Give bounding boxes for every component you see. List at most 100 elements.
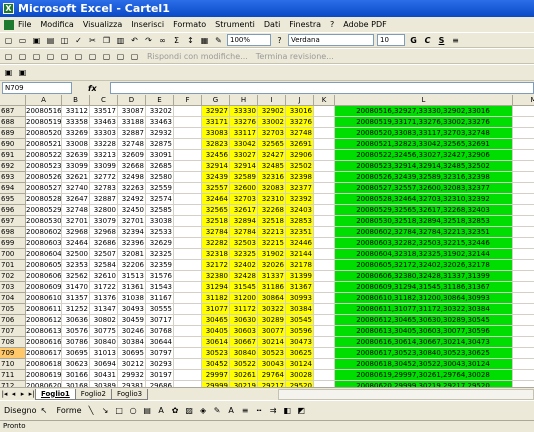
cell[interactable]: 30576 xyxy=(62,326,90,337)
cell[interactable]: 31399 xyxy=(286,271,314,282)
cell[interactable]: 32446 xyxy=(286,238,314,249)
cell[interactable]: 30043 xyxy=(258,359,286,370)
cell[interactable]: 20080523 xyxy=(26,161,62,172)
help-icon[interactable]: ? xyxy=(274,35,285,46)
cell[interactable]: 20080522 xyxy=(26,150,62,161)
cell[interactable]: 20080618 xyxy=(26,359,62,370)
cell[interactable]: 20080616 xyxy=(26,337,62,348)
cell[interactable]: 32701 xyxy=(118,216,146,227)
cell[interactable] xyxy=(314,216,335,227)
review-icon-1[interactable]: ▢ xyxy=(3,51,14,62)
cell[interactable]: 30384 xyxy=(286,304,314,315)
cell[interactable] xyxy=(513,293,534,304)
cell[interactable]: 30214 xyxy=(258,337,286,348)
row-header[interactable]: 707 xyxy=(0,326,26,337)
cell[interactable] xyxy=(314,359,335,370)
redo-icon[interactable]: ↷ xyxy=(143,35,154,46)
cell[interactable]: 30077 xyxy=(258,326,286,337)
menu-view[interactable]: Visualizza xyxy=(83,20,122,29)
rectangle-icon[interactable]: □ xyxy=(114,405,125,416)
cell[interactable]: 30523 xyxy=(202,348,230,359)
cell[interactable]: 32585 xyxy=(146,205,174,216)
row-header[interactable]: 706 xyxy=(0,315,26,326)
cell[interactable]: 33099 xyxy=(90,161,118,172)
column-header[interactable]: B xyxy=(62,95,90,106)
cell[interactable]: 33117 xyxy=(230,128,258,139)
cell[interactable]: 20080605,32172,32402,32026,32178 xyxy=(335,260,513,271)
cell[interactable]: 32402 xyxy=(230,260,258,271)
cell[interactable] xyxy=(314,238,335,249)
tab-foglio1[interactable]: Foglio1 xyxy=(35,388,76,400)
cell[interactable]: 32629 xyxy=(146,238,174,249)
autosum-icon[interactable]: Σ xyxy=(171,35,182,46)
cell[interactable] xyxy=(314,150,335,161)
row-header[interactable]: 709 xyxy=(0,348,26,359)
next-sheet-icon[interactable]: ▸ xyxy=(18,390,27,398)
cell[interactable]: 20080619 xyxy=(26,370,62,381)
cell[interactable]: 32621 xyxy=(62,172,90,183)
cell[interactable]: 30522 xyxy=(230,359,258,370)
cell[interactable] xyxy=(314,304,335,315)
cell[interactable] xyxy=(174,216,202,227)
spell-icon[interactable]: ✓ xyxy=(73,35,84,46)
row-header[interactable]: 711 xyxy=(0,370,26,381)
cell[interactable]: 32887 xyxy=(118,128,146,139)
cell[interactable]: 20080528,32464,32703,32310,32392 xyxy=(335,194,513,205)
cell[interactable] xyxy=(314,227,335,238)
new-icon[interactable]: ▢ xyxy=(3,35,14,46)
cell[interactable]: 32559 xyxy=(146,183,174,194)
cell[interactable] xyxy=(513,128,534,139)
column-header[interactable]: J xyxy=(286,95,314,106)
cell[interactable]: 30431 xyxy=(90,370,118,381)
cell[interactable]: 20080613 xyxy=(26,326,62,337)
cell[interactable]: 32083 xyxy=(258,183,286,194)
cell[interactable]: 31576 xyxy=(146,271,174,282)
cell[interactable]: 30465 xyxy=(202,315,230,326)
copy-icon[interactable]: ❐ xyxy=(101,35,112,46)
formula-input[interactable] xyxy=(110,82,534,94)
cell[interactable]: 30644 xyxy=(146,337,174,348)
cell[interactable]: 32784 xyxy=(202,227,230,238)
cell[interactable]: 32914 xyxy=(202,161,230,172)
cell[interactable]: 32427 xyxy=(258,150,286,161)
cell[interactable] xyxy=(174,293,202,304)
cell[interactable] xyxy=(513,282,534,293)
cell[interactable]: 33083 xyxy=(202,128,230,139)
oval-icon[interactable]: ○ xyxy=(128,405,139,416)
cell[interactable]: 32609 xyxy=(118,150,146,161)
cell[interactable] xyxy=(314,282,335,293)
cell[interactable]: 32562 xyxy=(62,271,90,282)
size-select[interactable]: 10 xyxy=(377,34,405,46)
cell[interactable]: 32439 xyxy=(202,172,230,183)
cell[interactable] xyxy=(513,161,534,172)
cell[interactable]: 32282 xyxy=(202,238,230,249)
cell[interactable]: 20080610 xyxy=(26,293,62,304)
cell[interactable]: 32325 xyxy=(146,249,174,260)
open-icon[interactable]: ▭ xyxy=(17,35,28,46)
cell[interactable]: 33517 xyxy=(90,106,118,117)
cell[interactable]: 20080612,30465,30630,30289,30545 xyxy=(335,315,513,326)
cell[interactable]: 32668 xyxy=(118,161,146,172)
cell[interactable]: 31337 xyxy=(258,271,286,282)
cell[interactable] xyxy=(174,161,202,172)
cell[interactable]: 32906 xyxy=(286,150,314,161)
bold-button[interactable]: G xyxy=(408,35,419,46)
cell[interactable]: 31543 xyxy=(146,282,174,293)
cell[interactable] xyxy=(174,271,202,282)
cell[interactable]: 30840 xyxy=(230,348,258,359)
menu-data[interactable]: Dati xyxy=(264,20,280,29)
cell[interactable]: 32081 xyxy=(118,249,146,260)
cell[interactable]: 31200 xyxy=(230,293,258,304)
row-header[interactable]: 691 xyxy=(0,150,26,161)
cell[interactable]: 30636 xyxy=(62,315,90,326)
font-select[interactable]: Verdana xyxy=(288,34,374,46)
cell[interactable] xyxy=(314,348,335,359)
arrow-icon[interactable]: ↘ xyxy=(100,405,111,416)
cell[interactable]: 32600 xyxy=(230,183,258,194)
shapes-menu[interactable]: Forme xyxy=(57,406,82,415)
cell[interactable]: 32213 xyxy=(258,227,286,238)
cell[interactable]: 32584 xyxy=(90,260,118,271)
cell[interactable]: 30384 xyxy=(118,337,146,348)
line-icon[interactable]: ╲ xyxy=(86,405,97,416)
cell[interactable]: 32703 xyxy=(258,128,286,139)
